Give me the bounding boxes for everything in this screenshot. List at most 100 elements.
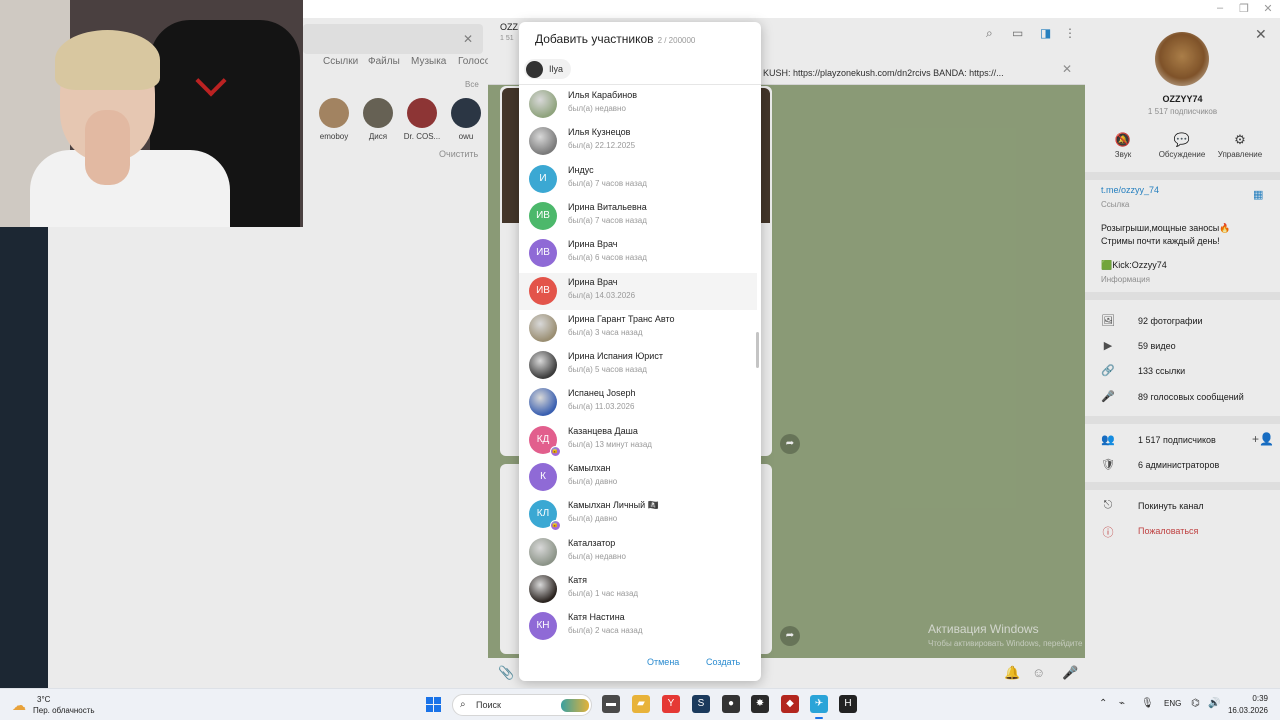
avatar: ИВ bbox=[529, 201, 557, 230]
contact-last-seen: был(а) недавно bbox=[568, 104, 626, 113]
contact-row[interactable]: ИВ Ирина Витальевна был(а) 7 часов назад bbox=[519, 198, 757, 235]
windows-logo-pane bbox=[434, 705, 441, 712]
contact-row[interactable]: ИВ Ирина Врач был(а) 14.03.2026 bbox=[519, 272, 757, 310]
contact-name: Ирина Врач bbox=[568, 276, 618, 287]
volume-icon[interactable]: 🔊 bbox=[1208, 698, 1220, 709]
contact-last-seen: был(а) 3 часа назад bbox=[568, 327, 643, 337]
webcam-overlay bbox=[0, 0, 303, 227]
avatar: К bbox=[529, 463, 557, 491]
dialog-title-text: Добавить участников bbox=[535, 32, 654, 46]
create-button[interactable]: Создать bbox=[706, 657, 740, 667]
selected-member-name: Ilya bbox=[549, 64, 564, 74]
chevron-up-icon[interactable]: ⌃ bbox=[1099, 698, 1107, 709]
contact-name: Ирина Витальевна bbox=[568, 201, 647, 212]
taskbar-app-h-app[interactable]: H bbox=[839, 695, 857, 713]
contact-last-seen: был(а) 2 часа назад bbox=[568, 626, 643, 636]
contact-last-seen: был(а) 6 часов назад bbox=[568, 253, 647, 263]
contact-last-seen: был(а) давно bbox=[568, 514, 618, 524]
avatar bbox=[529, 388, 557, 417]
taskbar-app-obs[interactable]: ● bbox=[722, 695, 740, 713]
contact-row[interactable]: Катя был(а) 1 час назад bbox=[519, 571, 757, 608]
clock-date[interactable]: 16.03.2026 bbox=[1222, 706, 1268, 715]
avatar bbox=[529, 537, 557, 566]
avatar bbox=[529, 127, 557, 156]
weather-description[interactable]: Пер. облачность bbox=[33, 706, 95, 715]
taskbar-app-folder[interactable]: ▰ bbox=[632, 695, 650, 713]
contact-last-seen: был(а) давно bbox=[568, 477, 618, 486]
contact-last-seen: был(а) 7 часов назад bbox=[568, 215, 647, 225]
avatar bbox=[526, 60, 543, 78]
contact-row[interactable]: К Камылхан был(а) давно bbox=[519, 459, 757, 496]
weather-icon[interactable]: ☁ bbox=[12, 697, 26, 714]
taskbar-app-yandex[interactable]: Y bbox=[662, 695, 680, 713]
taskbar-app-steam[interactable]: S bbox=[692, 695, 710, 713]
contact-row[interactable]: Ирина Испания Юрист был(а) 5 часов назад bbox=[519, 347, 757, 384]
contact-name: Катя bbox=[568, 574, 588, 585]
scrollbar[interactable] bbox=[756, 332, 759, 368]
avatar: И bbox=[529, 164, 557, 193]
contact-name: Катя Настина bbox=[568, 612, 625, 623]
contact-last-seen: был(а) 11.03.2026 bbox=[568, 402, 635, 412]
contact-last-seen: был(а) 14.03.2026 bbox=[568, 290, 636, 300]
contact-row[interactable]: Испанец Joseph был(а) 11.03.2026 bbox=[519, 384, 757, 421]
contact-row[interactable]: Ирина Гарант Транс Авто был(а) 3 часа наз… bbox=[519, 310, 757, 347]
contact-name: Ирина Испания Юрист bbox=[568, 351, 663, 362]
wifi-icon[interactable]: ⌬ bbox=[1191, 698, 1200, 709]
contact-row[interactable]: КД 🔒 Казанцева Даша был(а) 13 минут назад bbox=[519, 422, 757, 459]
contact-last-seen: был(а) 13 минут назад bbox=[568, 439, 652, 449]
contact-name: Илья Кузнецов bbox=[568, 127, 631, 138]
add-members-dialog: Добавить участников 2 / 200000 Ilya Илья … bbox=[519, 22, 761, 681]
language-indicator[interactable]: ENG bbox=[1164, 699, 1181, 708]
search-icon: ⌕ bbox=[460, 699, 466, 710]
webcam-person-hand bbox=[85, 110, 130, 185]
contact-name: Ирина Врач bbox=[568, 239, 618, 250]
contact-row[interactable]: Каталзатор был(а) недавно bbox=[519, 534, 757, 571]
active-app-indicator bbox=[815, 717, 823, 719]
contact-name: Камылхан bbox=[568, 463, 611, 473]
contact-name: Казанцева Даша bbox=[568, 425, 638, 436]
webcam-person-body bbox=[30, 150, 230, 227]
contact-list[interactable]: Илья Карабинов был(а) недавно Илья Кузнецо… bbox=[519, 85, 761, 645]
search-highlight-image bbox=[561, 699, 589, 712]
start-button[interactable] bbox=[426, 697, 441, 712]
taskbar-app-telegram[interactable]: ✈ bbox=[810, 695, 828, 713]
contact-name: Каталзатор bbox=[568, 537, 616, 548]
cancel-button[interactable]: Отмена bbox=[647, 657, 679, 667]
avatar bbox=[529, 351, 557, 380]
contact-row[interactable]: ИВ Ирина Врач был(а) 6 часов назад bbox=[519, 235, 757, 272]
close-window-icon[interactable]: ✕ bbox=[1260, 2, 1276, 15]
contact-name: Илья Карабинов bbox=[568, 90, 637, 100]
windows-logo-pane bbox=[434, 697, 441, 704]
contact-last-seen: был(а) 22.12.2025 bbox=[568, 141, 636, 151]
avatar: ИВ bbox=[529, 276, 557, 305]
lock-icon: 🔒 bbox=[550, 445, 561, 457]
contact-row[interactable]: И Индус был(а) 7 часов назад bbox=[519, 161, 757, 198]
selected-member-chip[interactable]: Ilya bbox=[524, 59, 572, 79]
contact-row[interactable]: Илья Кузнецов был(а) 22.12.2025 bbox=[519, 123, 757, 160]
selected-count: 2 / 200000 bbox=[657, 36, 696, 45]
contact-last-seen: был(а) 1 час назад bbox=[568, 588, 639, 598]
taskbar-search-label: Поиск bbox=[476, 700, 501, 710]
minimize-icon[interactable]: – bbox=[1212, 2, 1228, 14]
webcam-person-hair bbox=[55, 30, 160, 90]
avatar: КН bbox=[529, 612, 557, 641]
taskbar-app-game-launcher[interactable]: ✸ bbox=[751, 695, 769, 713]
taskbar: ☁ 3°C Пер. облачность ⌕ Поиск ⌃ ⌁ 🎙 ENG … bbox=[0, 688, 1280, 720]
contact-row[interactable]: КН Катя Настина был(а) 2 часа назад bbox=[519, 608, 757, 645]
contact-last-seen: был(а) недавно bbox=[568, 551, 626, 561]
network-icon[interactable]: ⌁ bbox=[1119, 698, 1125, 709]
clock-time[interactable]: 0:39 bbox=[1222, 694, 1268, 703]
contact-name: Индус bbox=[568, 164, 594, 175]
restore-icon[interactable]: ❐ bbox=[1236, 2, 1252, 15]
taskbar-search[interactable]: ⌕ Поиск bbox=[452, 694, 592, 716]
taskbar-app-dota[interactable]: ◆ bbox=[781, 695, 799, 713]
avatar: ИВ bbox=[529, 239, 557, 268]
taskbar-app-file-explorer[interactable]: ▬ bbox=[602, 695, 620, 713]
contact-row[interactable]: КЛ 🔒 Камылхан Личный 🏴‍☠️ был(а) давно bbox=[519, 496, 757, 533]
microphone-icon[interactable]: 🎙 bbox=[1141, 698, 1154, 709]
windows-logo-pane bbox=[426, 705, 433, 712]
weather-temperature[interactable]: 3°C bbox=[37, 695, 50, 704]
contact-row[interactable]: Илья Карабинов был(а) недавно bbox=[519, 86, 757, 123]
contact-name: Камылхан Личный 🏴‍☠️ bbox=[568, 500, 659, 511]
dialog-title: Добавить участников 2 / 200000 bbox=[535, 32, 695, 46]
